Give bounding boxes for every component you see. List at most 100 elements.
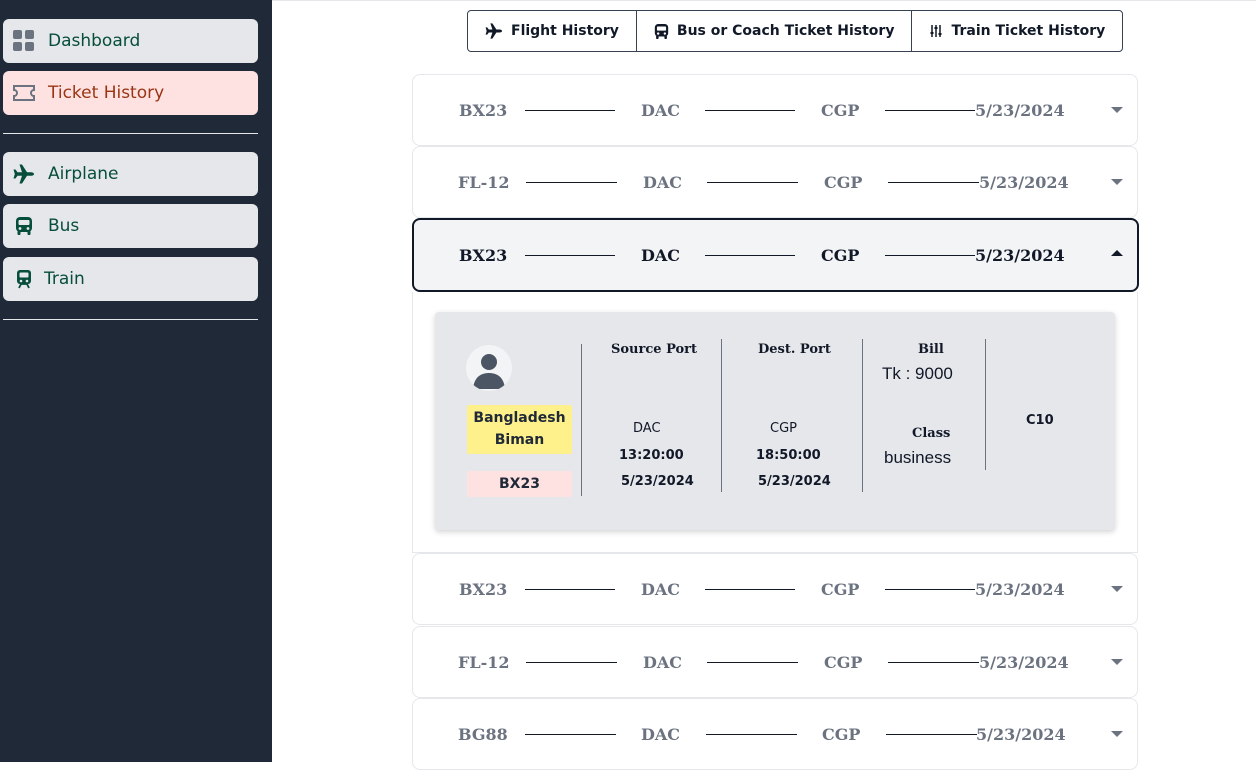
ticket-date: 5/23/2024	[979, 172, 1069, 192]
ticket-to: CGP	[824, 652, 863, 672]
divider	[985, 339, 986, 470]
sidebar-item-label: Ticket History	[48, 83, 165, 103]
sidebar-item-label: Train	[44, 269, 85, 289]
sidebar-item-dashboard[interactable]: Dashboard	[3, 19, 258, 63]
flight-code-badge: BX23	[467, 471, 572, 497]
seat-number: C10	[1026, 413, 1054, 428]
sidebar-item-airplane[interactable]: Airplane	[3, 152, 258, 196]
class-label: Class	[912, 426, 951, 441]
route-line	[885, 255, 975, 256]
ticket-row[interactable]: BX23 DAC CGP 5/23/2024	[412, 553, 1138, 625]
route-line	[526, 662, 617, 663]
ticket-date: 5/23/2024	[975, 100, 1065, 120]
sidebar-item-label: Dashboard	[48, 31, 141, 51]
route-line	[525, 255, 615, 256]
ticket-from: DAC	[641, 100, 681, 120]
route-line	[705, 110, 795, 111]
ticket-code: BX23	[459, 579, 508, 599]
sidebar-item-bus[interactable]: Bus	[3, 204, 258, 248]
chevron-down-icon[interactable]	[1111, 179, 1123, 185]
source-time: 13:20:00	[619, 448, 684, 463]
route-line	[525, 110, 615, 111]
route-line	[888, 182, 979, 183]
dest-date: 5/23/2024	[758, 474, 831, 489]
ticket-from: DAC	[641, 724, 681, 744]
source-date: 5/23/2024	[621, 474, 694, 489]
divider	[721, 339, 722, 492]
class-value: business	[884, 448, 952, 467]
ticket-code: FL-12	[458, 172, 510, 192]
history-tabs: Flight History Bus or Coach Ticket Histo…	[467, 10, 1124, 52]
chevron-down-icon[interactable]	[1111, 107, 1123, 113]
chevron-down-icon[interactable]	[1111, 659, 1123, 665]
chevron-down-icon[interactable]	[1111, 586, 1123, 592]
route-line	[886, 734, 977, 735]
tab-train-history[interactable]: Train Ticket History	[912, 11, 1122, 51]
ticket-from: DAC	[641, 245, 681, 265]
chevron-down-icon[interactable]	[1111, 731, 1123, 737]
train-icon	[12, 267, 36, 291]
tab-label: Flight History	[511, 23, 619, 39]
sidebar-item-label: Airplane	[48, 164, 119, 184]
tab-flight-history[interactable]: Flight History	[468, 11, 637, 51]
ticket-date: 5/23/2024	[975, 245, 1065, 265]
bus-icon	[12, 214, 36, 238]
route-line	[525, 734, 616, 735]
ticket-code: BX23	[459, 245, 508, 265]
ticket-date: 5/23/2024	[975, 579, 1065, 599]
ticket-to: CGP	[821, 100, 860, 120]
ticket-from: DAC	[643, 652, 683, 672]
dest-port-value: CGP	[770, 421, 797, 436]
divider	[581, 344, 582, 496]
bill-value: Tk : 9000	[882, 364, 953, 383]
bill-label: Bill	[918, 342, 944, 357]
route-line	[888, 662, 979, 663]
route-line	[885, 589, 975, 590]
divider	[862, 339, 863, 492]
ticket-icon	[12, 81, 36, 105]
sidebar-item-train[interactable]: Train	[3, 257, 258, 301]
sliders-icon	[929, 24, 943, 38]
ticket-row[interactable]: FL-12 DAC CGP 5/23/2024	[412, 146, 1138, 218]
route-line	[525, 589, 615, 590]
ticket-to: CGP	[824, 172, 863, 192]
top-border	[272, 0, 1256, 1]
tab-label: Train Ticket History	[951, 23, 1106, 39]
sidebar-item-ticket-history[interactable]: Ticket History	[3, 71, 258, 115]
ticket-row-expanded[interactable]: BX23 DAC CGP 5/23/2024	[412, 218, 1139, 292]
ticket-row[interactable]: FL-12 DAC CGP 5/23/2024	[412, 626, 1138, 698]
ticket-code: BG88	[458, 724, 508, 744]
sidebar-divider	[3, 133, 258, 134]
route-line	[885, 110, 975, 111]
dest-port-label: Dest. Port	[758, 342, 831, 357]
route-line	[526, 182, 617, 183]
grid-icon	[12, 29, 36, 53]
chevron-up-icon[interactable]	[1111, 250, 1123, 256]
route-line	[707, 662, 798, 663]
ticket-row[interactable]: BG88 DAC CGP 5/23/2024	[412, 698, 1138, 770]
route-line	[705, 255, 795, 256]
tab-label: Bus or Coach Ticket History	[676, 23, 895, 39]
route-line	[705, 589, 795, 590]
source-port-value: DAC	[633, 421, 661, 436]
ticket-to: CGP	[822, 724, 861, 744]
ticket-detail-container: Bangladesh Biman BX23 Source Port DAC 13…	[412, 292, 1138, 553]
ticket-code: FL-12	[458, 652, 510, 672]
sidebar: Dashboard Ticket History Airplane Bus Tr…	[0, 0, 272, 762]
ticket-row[interactable]: BX23 DAC CGP 5/23/2024	[412, 74, 1138, 146]
ticket-code: BX23	[459, 100, 508, 120]
route-line	[707, 182, 798, 183]
tab-bus-history[interactable]: Bus or Coach Ticket History	[637, 11, 913, 51]
airplane-icon	[485, 23, 503, 39]
ticket-from: DAC	[643, 172, 683, 192]
route-line	[706, 734, 797, 735]
bus-icon	[654, 23, 669, 40]
ticket-from: DAC	[641, 579, 681, 599]
ticket-to: CGP	[821, 579, 860, 599]
sidebar-item-label: Bus	[48, 216, 80, 236]
sidebar-divider	[3, 319, 258, 320]
source-port-label: Source Port	[611, 342, 698, 357]
dest-time: 18:50:00	[756, 448, 821, 463]
ticket-date: 5/23/2024	[976, 724, 1066, 744]
ticket-to: CGP	[821, 245, 860, 265]
